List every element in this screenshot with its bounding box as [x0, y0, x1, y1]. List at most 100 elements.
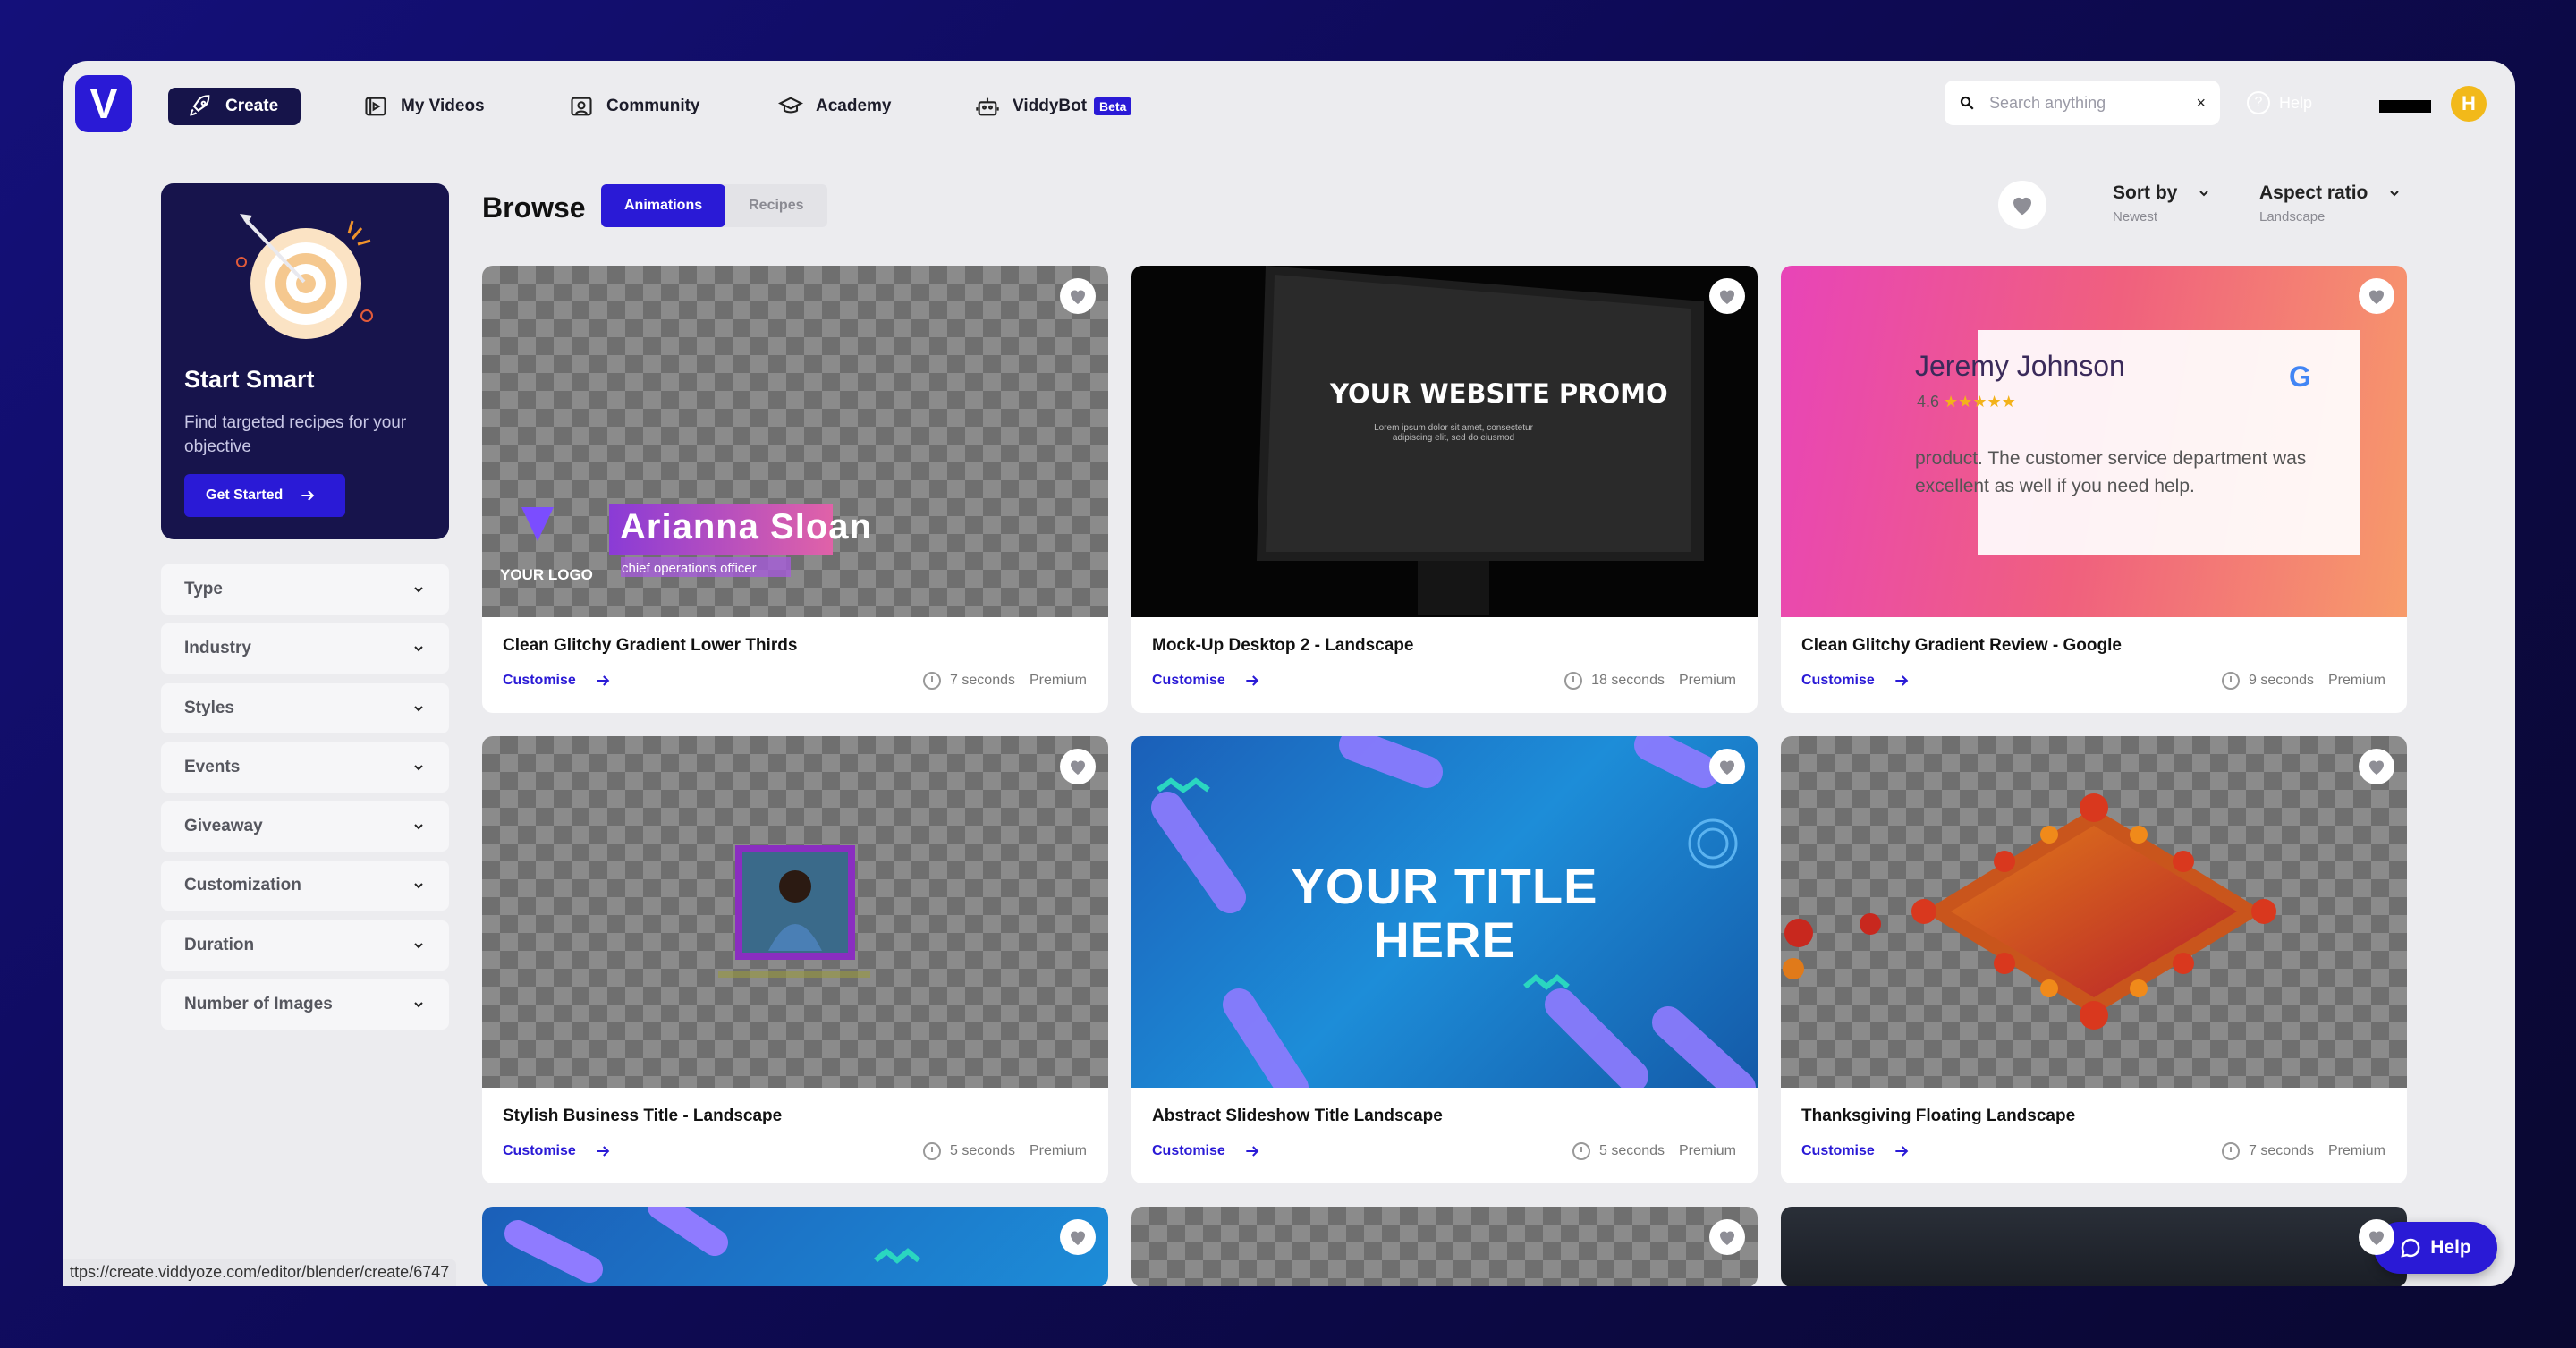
search-bar[interactable]: Search anything ×: [1945, 81, 2220, 125]
template-card[interactable]: Jeremy Johnson 4.6 ★★★★★ G product. The …: [1781, 266, 2407, 713]
duration: 5 seconds: [1599, 1143, 1665, 1158]
template-title: Stylish Business Title - Landscape: [503, 1106, 783, 1125]
arrow-right-icon: [597, 675, 610, 686]
google-icon: G: [2289, 360, 2311, 393]
redacted-bar: [2379, 100, 2431, 113]
filter-industry[interactable]: Industry: [161, 623, 449, 674]
filter-type[interactable]: Type: [161, 564, 449, 615]
template-thumbnail[interactable]: [482, 1207, 1108, 1286]
template-meta: 5 seconds Premium: [1572, 1142, 1736, 1160]
tab-recipes[interactable]: Recipes: [725, 184, 826, 227]
template-card[interactable]: YOUR LOGO Arianna Sloan chief operations…: [482, 266, 1108, 713]
help-link[interactable]: ? Help: [2247, 91, 2312, 114]
filter-events[interactable]: Events: [161, 742, 449, 793]
favourite-button[interactable]: [1709, 1219, 1745, 1255]
template-thumbnail[interactable]: [1131, 1207, 1758, 1286]
start-smart-card: Start Smart Find targeted recipes for yo…: [161, 183, 449, 539]
favourite-button[interactable]: [1060, 749, 1096, 784]
filter-label: Duration: [184, 936, 255, 954]
template-thumbnail[interactable]: Jeremy Johnson 4.6 ★★★★★ G product. The …: [1781, 266, 2407, 617]
status-bar-url: ttps://create.viddyoze.com/editor/blende…: [63, 1259, 457, 1286]
duration: 7 seconds: [950, 673, 1015, 688]
portrait-frame-art: [718, 845, 870, 978]
template-thumbnail[interactable]: [1781, 736, 2407, 1088]
template-thumbnail[interactable]: YOUR TITLE HERE: [1131, 736, 1758, 1088]
customise-link[interactable]: Customise: [1152, 672, 1261, 690]
filter-styles[interactable]: Styles: [161, 683, 449, 733]
nav-my-videos[interactable]: My Videos: [363, 88, 485, 125]
customise-link[interactable]: Customise: [1801, 672, 1911, 690]
nav-viddybot[interactable]: ViddyBot Beta: [975, 88, 1132, 125]
favourite-button[interactable]: [1709, 278, 1745, 314]
template-card[interactable]: Stylish Business Title - Landscape Custo…: [482, 736, 1108, 1183]
template-thumbnail[interactable]: [1781, 1207, 2407, 1286]
search-clear-button[interactable]: ×: [2196, 94, 2206, 113]
favourites-filter-button[interactable]: [1998, 181, 2046, 229]
heart-icon: [2369, 1231, 2384, 1245]
tier: Premium: [1029, 673, 1087, 688]
filter-number-of-images[interactable]: Number of Images: [161, 979, 449, 1030]
tab-animations[interactable]: Animations: [601, 184, 726, 227]
duration: 9 seconds: [2249, 673, 2314, 688]
community-icon: [571, 97, 592, 116]
nav-create[interactable]: Create: [168, 88, 301, 125]
customise-link[interactable]: Customise: [1152, 1142, 1261, 1160]
customise-link[interactable]: Customise: [1801, 1142, 1911, 1160]
name-text: Arianna Sloan: [620, 507, 872, 547]
customise-link[interactable]: Customise: [503, 1142, 612, 1160]
template-card[interactable]: [482, 1207, 1108, 1286]
get-started-label: Get Started: [206, 487, 284, 503]
tier: Premium: [1678, 673, 1736, 688]
filter-customization[interactable]: Customization: [161, 861, 449, 911]
customise-label: Customise: [503, 1143, 576, 1158]
chevron-down-icon: [414, 587, 423, 593]
get-started-button[interactable]: Get Started: [184, 474, 345, 517]
reviewer-name: Jeremy Johnson: [1915, 350, 2125, 382]
arrow-right-icon: [1895, 675, 1909, 686]
favourite-button[interactable]: [2359, 749, 2394, 784]
template-card[interactable]: YOUR WEBSITE PROMO Lorem ipsum dolor sit…: [1131, 266, 1758, 713]
slide-title-line2: HERE: [1373, 911, 1516, 968]
template-card[interactable]: [1131, 1207, 1758, 1286]
clock-icon: [1564, 672, 1583, 690]
favourite-button[interactable]: [2359, 1219, 2394, 1255]
template-card[interactable]: YOUR TITLE HERE Abstract Slideshow Title…: [1131, 736, 1758, 1183]
favourite-button[interactable]: [1709, 749, 1745, 784]
sort-by-dropdown[interactable]: Sort by Newest: [2113, 182, 2211, 225]
headline-text: YOUR WEBSITE PROMO: [1330, 378, 1668, 409]
duration: 18 seconds: [1591, 673, 1665, 688]
template-card[interactable]: [1781, 1207, 2407, 1286]
filter-label: Type: [184, 580, 223, 598]
graduation-cap-icon: [778, 97, 803, 114]
template-thumbnail[interactable]: YOUR WEBSITE PROMO Lorem ipsum dolor sit…: [1131, 266, 1758, 617]
favourite-button[interactable]: [1060, 278, 1096, 314]
aspect-ratio-dropdown[interactable]: Aspect ratio Landscape: [2259, 182, 2402, 225]
viddyoze-logo[interactable]: V: [75, 75, 132, 132]
duration: 5 seconds: [950, 1143, 1015, 1158]
customise-label: Customise: [1801, 1143, 1875, 1158]
template-thumbnail[interactable]: YOUR LOGO Arianna Sloan chief operations…: [482, 266, 1108, 617]
help-link-label: Help: [2279, 93, 2313, 112]
template-title: Abstract Slideshow Title Landscape: [1152, 1106, 1443, 1125]
chevron-down-icon: [414, 646, 423, 652]
chevron-down-icon: [414, 883, 423, 889]
favourite-button[interactable]: [1060, 1219, 1096, 1255]
template-title: Mock-Up Desktop 2 - Landscape: [1152, 636, 1414, 655]
customise-link[interactable]: Customise: [503, 672, 612, 690]
nav-community[interactable]: Community: [569, 88, 700, 125]
nav-academy[interactable]: Academy: [778, 88, 892, 125]
filter-giveaway[interactable]: Giveaway: [161, 801, 449, 852]
nav-create-label: Create: [225, 97, 279, 115]
rating-stars: ★★★★★: [1944, 393, 2016, 411]
app-window: V Create My Videos Community Academy Vid…: [63, 61, 2515, 1286]
filter-duration[interactable]: Duration: [161, 920, 449, 971]
search-input[interactable]: Search anything: [1989, 94, 2106, 113]
template-card[interactable]: Thanksgiving Floating Landscape Customis…: [1781, 736, 2407, 1183]
filter-label: Customization: [184, 876, 301, 894]
aspect-ratio-label: Aspect ratio: [2259, 182, 2368, 203]
template-thumbnail[interactable]: [482, 736, 1108, 1088]
clock-icon: [923, 672, 942, 690]
avatar[interactable]: H: [2451, 86, 2487, 122]
heart-icon: [1720, 1231, 1734, 1245]
favourite-button[interactable]: [2359, 278, 2394, 314]
